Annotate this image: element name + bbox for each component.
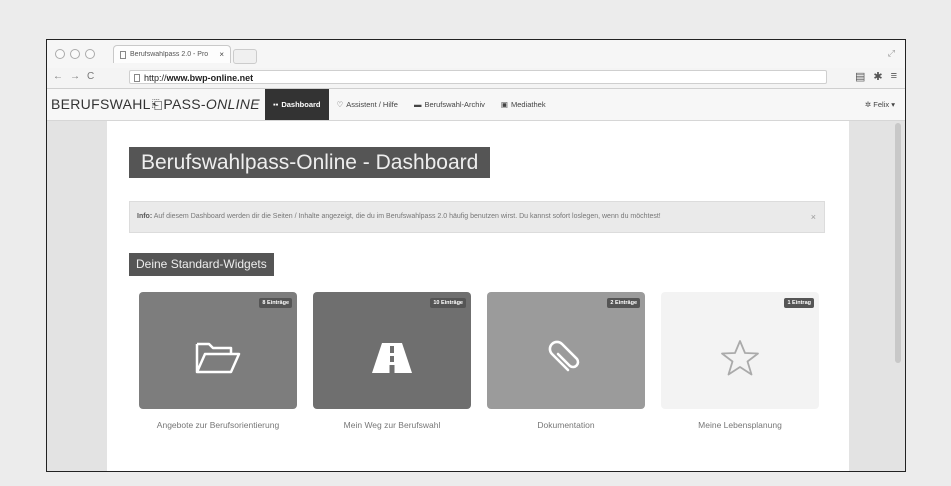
info-label: Info: [137,213,153,220]
reload-icon[interactable]: C [87,71,94,82]
window-controls [55,49,95,59]
widget-grid: 8 Einträge Angebote zur Berufsorientieru… [139,292,821,462]
entry-count-badge: 1 Eintrag [784,298,814,308]
site-navbar: BERUFSWAHL⎗PASS-ONLINE ▪▪ Dashboard ♡ As… [47,89,905,121]
nav-item-label: Mediathek [510,100,546,109]
toolbar: ← → C http://www.bwp-online.net ▤ ✱ ≡ [47,68,905,89]
entry-count-badge: 8 Einträge [259,298,292,308]
maximize-window-button[interactable] [85,49,95,59]
widget-card[interactable]: 10 Einträge [313,292,471,409]
page-icon [120,50,126,59]
widget-label: Dokumentation [537,420,595,430]
nav-item-label: Assistent / Hilfe [346,100,398,109]
close-alert-button[interactable]: × [811,202,816,232]
brand-text: ONLINE [205,96,260,112]
minimize-window-button[interactable] [70,49,80,59]
widget-label: Mein Weg zur Berufswahl [343,420,441,430]
user-menu[interactable]: ✲ Felix ▾ [865,100,895,109]
pass-logo-icon: ⎗ [151,97,163,112]
url-protocol: http:// [144,73,167,83]
page-icon [134,74,140,82]
section-title: Deine Standard-Widgets [129,253,274,276]
widget-card[interactable]: 2 Einträge [487,292,645,409]
url-host: www.bwp-online.net [166,73,254,83]
widget-label: Meine Lebensplanung [698,420,782,430]
brand-logo[interactable]: BERUFSWAHL⎗PASS-ONLINE [51,96,260,113]
gear-icon: ✲ [864,100,872,109]
extension-icon[interactable]: ▤ [855,70,865,83]
nav-item-label: Berufswahl-Archiv [424,100,485,109]
page-title: Berufswahlpass-Online - Dashboard [129,147,491,178]
tab-title: Berufswahlpass 2.0 - Pro [130,51,209,58]
main-content: Berufswahlpass-Online - Dashboard Info: … [107,121,849,471]
address-bar[interactable]: http://www.bwp-online.net [129,70,827,84]
back-icon[interactable]: ← [53,71,63,82]
widget-berufsorientierung[interactable]: 8 Einträge Angebote zur Berufsorientieru… [139,292,297,430]
road-icon [372,342,412,373]
widget-weg-zur-berufswahl[interactable]: 10 Einträge Mein Weg zur Berufswahl [313,292,471,430]
nav-item-archiv[interactable]: ▬ Berufswahl-Archiv [406,89,493,120]
scrollbar[interactable] [895,123,901,363]
widget-lebensplanung[interactable]: 1 Eintrag Meine Lebensplanung [661,292,819,430]
tab-strip: Berufswahlpass 2.0 - Pro × ⤢ [47,40,905,70]
paperclip-icon [548,340,580,371]
nav-item-label: Dashboard [281,100,321,109]
tab-close-button[interactable]: × [219,50,224,59]
info-alert: Info: Auf diesem Dashboard werden dir di… [129,201,825,233]
folder-open-icon [195,342,241,373]
close-window-button[interactable] [55,49,65,59]
forward-icon[interactable]: → [70,71,80,82]
caret-down-icon: ▾ [891,100,895,109]
page-background: Berufswahlpass-Online - Dashboard Info: … [47,121,905,471]
entry-count-badge: 10 Einträge [430,298,466,308]
star-icon [721,339,759,375]
browser-window: Berufswahlpass 2.0 - Pro × ⤢ ← → C http:… [46,39,906,472]
user-name: Felix [873,100,890,109]
gear-icon[interactable]: ✱ [873,70,882,83]
new-tab-button[interactable] [233,49,257,64]
image-icon: ▣ [500,100,508,109]
menu-icon[interactable]: ≡ [891,70,897,83]
fullscreen-icon[interactable]: ⤢ [888,48,895,59]
nav-item-assistent[interactable]: ♡ Assistent / Hilfe [329,89,406,120]
folder-icon: ▬ [413,100,422,109]
nav-item-dashboard[interactable]: ▪▪ Dashboard [265,89,329,120]
widget-card[interactable]: 1 Eintrag [661,292,819,409]
browser-tab[interactable]: Berufswahlpass 2.0 - Pro × [113,45,231,63]
grid-icon: ▪▪ [273,100,279,109]
info-text: Auf diesem Dashboard werden dir die Seit… [153,213,661,220]
entry-count-badge: 2 Einträge [607,298,640,308]
lightbulb-icon: ♡ [336,100,344,109]
brand-text: PASS- [163,96,206,112]
widget-dokumentation[interactable]: 2 Einträge Dokumentation [487,292,645,430]
nav-item-mediathek[interactable]: ▣ Mediathek [493,89,554,120]
brand-text: BERUFSWAHL [51,96,151,112]
widget-card[interactable]: 8 Einträge [139,292,297,409]
widget-label: Angebote zur Berufsorientierung [156,420,280,430]
